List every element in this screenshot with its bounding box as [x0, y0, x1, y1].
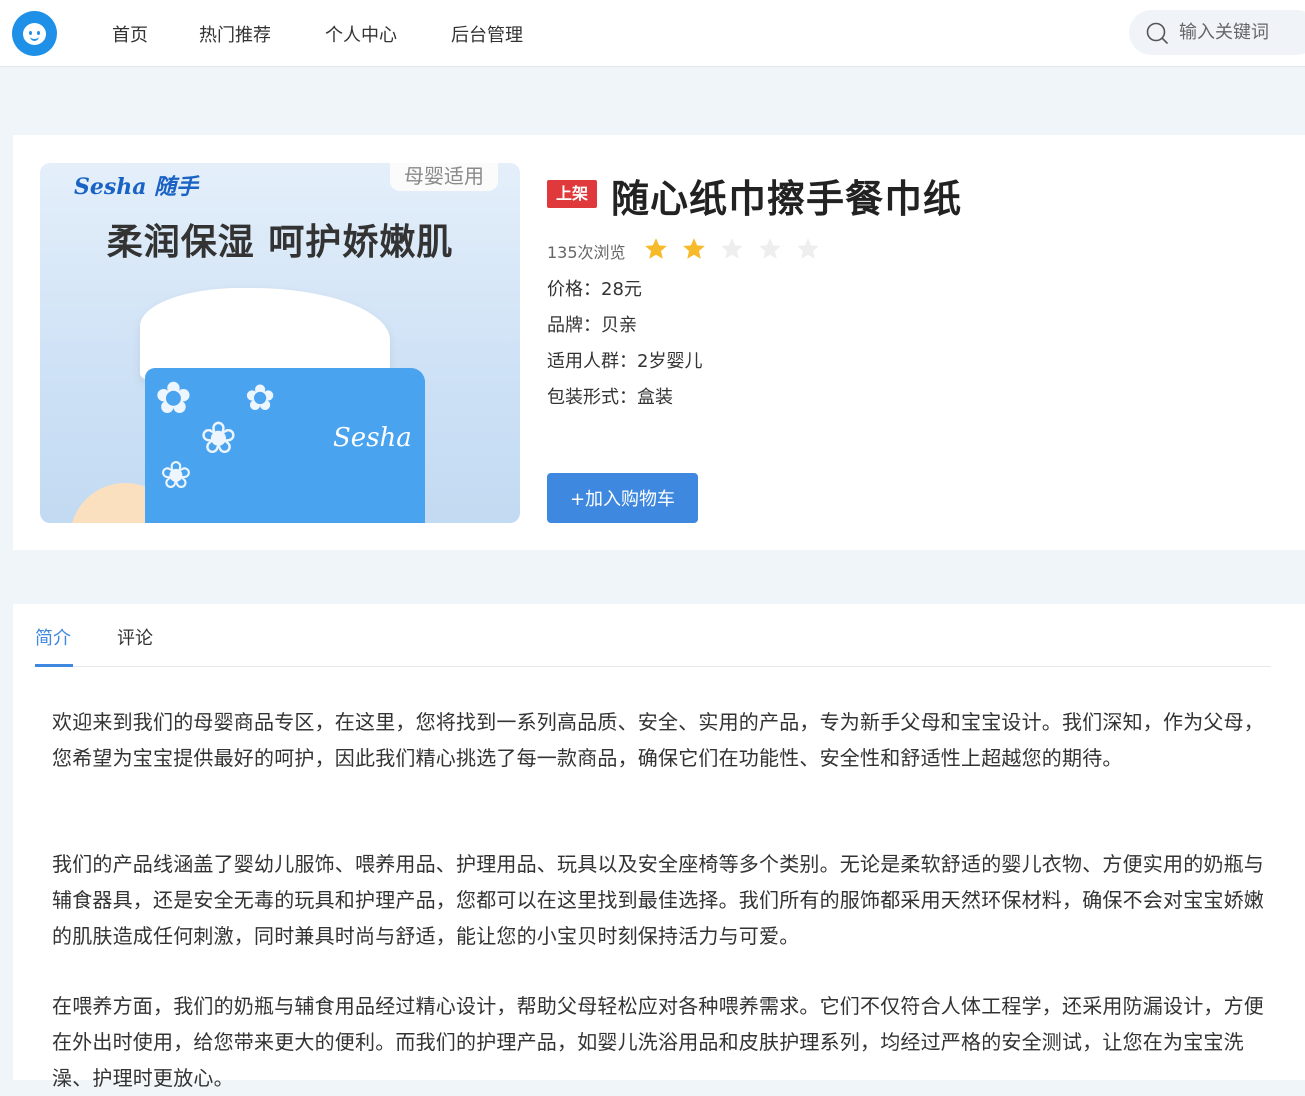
attr-label: 价格：: [547, 279, 601, 300]
search-input[interactable]: [1179, 18, 1305, 46]
nav-hot-recommend[interactable]: 热门推荐: [199, 21, 271, 47]
nav-admin[interactable]: 后台管理: [451, 21, 523, 47]
attr-value: 2岁婴儿: [637, 351, 703, 372]
logo-icon[interactable]: [12, 11, 57, 56]
image-slogan: 柔润保湿 呵护娇嫩肌: [106, 222, 454, 263]
status-badge: 上架: [547, 180, 597, 208]
star-rating[interactable]: [643, 236, 828, 266]
attr-label: 品牌：: [547, 315, 601, 336]
star-icon[interactable]: [643, 236, 669, 262]
product-card: Sesha 随手 母婴适用 柔润保湿 呵护娇嫩肌 ✿ ❀ ✿ ❀ Sesha 上…: [13, 135, 1305, 550]
active-tab-indicator: [35, 664, 73, 667]
star-icon[interactable]: [719, 236, 745, 262]
star-icon[interactable]: [757, 236, 783, 262]
tab-intro[interactable]: 简介: [35, 624, 71, 650]
attr-value: 盒装: [637, 387, 673, 408]
star-icon[interactable]: [681, 236, 707, 262]
product-title: 随心纸巾擦手餐巾纸: [611, 177, 963, 221]
image-brand-text: Sesha 随手: [74, 174, 199, 200]
star-icon[interactable]: [795, 236, 821, 262]
attr-value: 28元: [601, 279, 642, 300]
flower-icon: ❀: [200, 413, 237, 464]
tab-comments[interactable]: 评论: [117, 624, 153, 650]
flower-icon: ✿: [245, 378, 276, 419]
flower-icon: ❀: [160, 453, 192, 497]
attr-label: 包装形式：: [547, 387, 637, 408]
product-image: Sesha 随手 母婴适用 柔润保湿 呵护娇嫩肌 ✿ ❀ ✿ ❀ Sesha: [40, 163, 520, 523]
search-box: [1129, 10, 1305, 55]
intro-paragraph: 我们的产品线涵盖了婴幼儿服饰、喂养用品、护理用品、玩具以及安全座椅等多个类别。无…: [52, 852, 1264, 948]
tissue-box-graphic: ✿ ❀ ✿ ❀ Sesha: [145, 368, 425, 523]
attr-price: 价格：28元: [547, 275, 642, 301]
view-count: 135次浏览: [547, 243, 626, 262]
add-to-cart-button[interactable]: +加入购物车: [547, 473, 698, 523]
top-header: 首页 热门推荐 个人中心 后台管理: [0, 0, 1305, 67]
box-brand-text: Sesha: [333, 423, 412, 453]
attr-value: 贝亲: [601, 315, 637, 336]
intro-paragraph: 欢迎来到我们的母婴商品专区，在这里，您将找到一系列高品质、安全、实用的产品，专为…: [52, 710, 1264, 770]
flower-icon: ✿: [155, 373, 192, 424]
tab-divider: [35, 666, 1271, 667]
attr-packaging: 包装形式：盒装: [547, 383, 673, 409]
search-icon[interactable]: [1146, 22, 1168, 44]
attr-audience: 适用人群：2岁婴儿: [547, 347, 702, 373]
attr-brand: 品牌：贝亲: [547, 311, 637, 337]
image-badge: 母婴适用: [390, 163, 498, 191]
attr-label: 适用人群：: [547, 351, 637, 372]
nav-personal-center[interactable]: 个人中心: [325, 21, 397, 47]
nav-home[interactable]: 首页: [112, 21, 148, 47]
detail-card: 简介 评论 欢迎来到我们的母婴商品专区，在这里，您将找到一系列高品质、安全、实用…: [13, 604, 1305, 1090]
